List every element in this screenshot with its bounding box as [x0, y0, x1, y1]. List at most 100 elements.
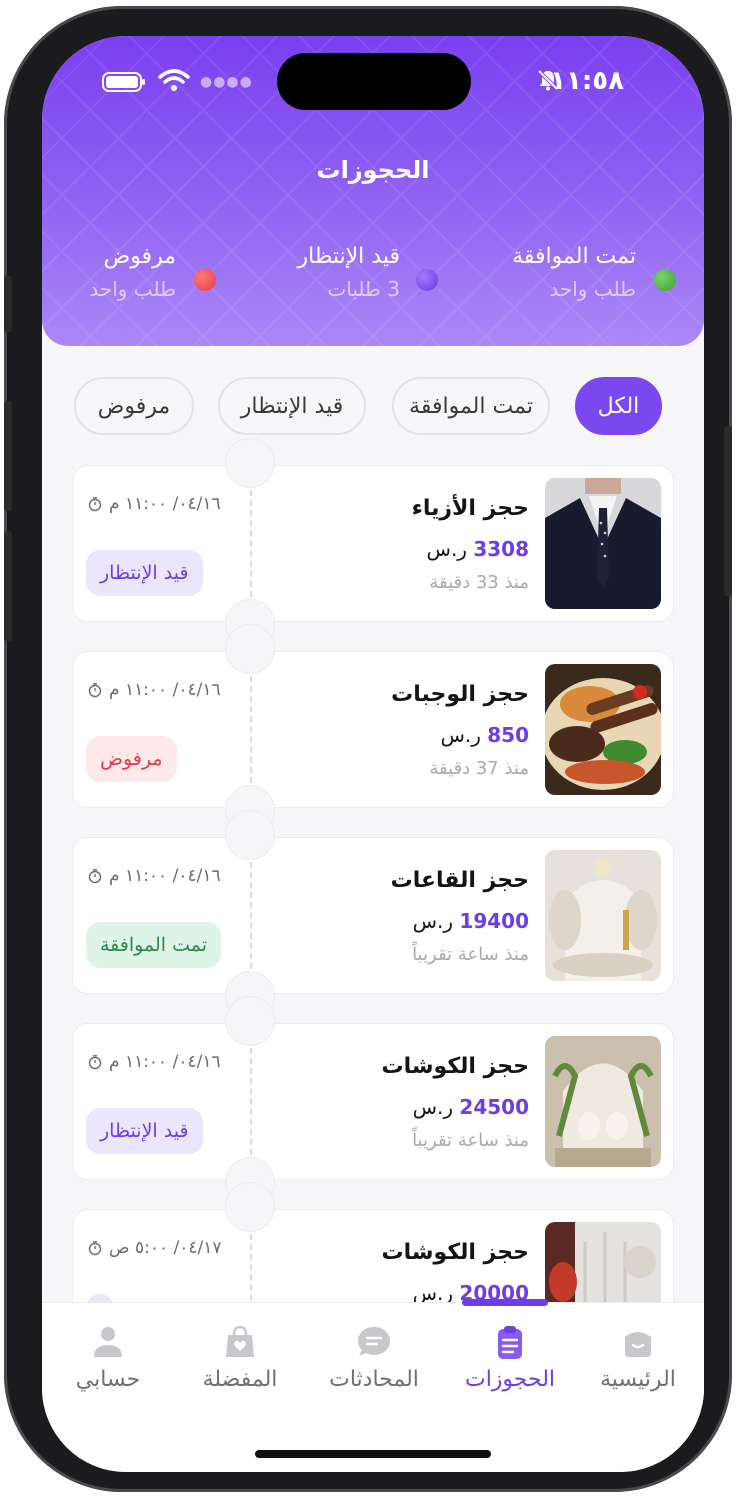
tab-account[interactable]: حسابي: [48, 1323, 168, 1392]
status-badge: تمت الموافقة: [86, 922, 221, 968]
ticket-notch: [225, 438, 275, 488]
date-text: ٠٤/١٦/ ١١:٠٠ م: [109, 494, 221, 514]
booking-card[interactable]: حجز القاعات 19400 ر.س منذ ساعة تقريباً ٠…: [72, 810, 674, 1021]
volume-up-button: [4, 401, 12, 511]
suit-photo: [545, 478, 661, 609]
booking-price: 850 ر.س: [440, 723, 529, 747]
booking-list: حجز الأزياء 3308 ر.س منذ 33 دقيقة ٠٤/١٦/…: [72, 438, 674, 1395]
ticket-divider: [250, 676, 252, 783]
ticket-divider: [250, 862, 252, 969]
power-button: [724, 426, 732, 596]
timer-icon: [88, 497, 102, 512]
booking-title: حجز الكوشات: [381, 1054, 529, 1079]
approved-dot: [654, 269, 676, 291]
status-badge: قيد الإنتظار: [86, 550, 203, 596]
battery-icon: [102, 72, 145, 92]
stat-pending: قيد الإنتظار 3 طلبات: [297, 244, 438, 301]
booking-time-ago: منذ 37 دقيقة: [429, 758, 529, 779]
tab-home[interactable]: الرئيسية: [578, 1323, 698, 1392]
stat-count: طلب واحد: [89, 277, 176, 301]
pending-dot: [416, 269, 438, 291]
chat-bubble-icon: [358, 1327, 390, 1356]
filter-chip-pending[interactable]: قيد الإنتظار: [218, 377, 366, 435]
price-amount: 850: [487, 723, 529, 747]
booking-date: ٠٤/١٦/ ١١:٠٠ م: [87, 866, 221, 886]
booking-date: ٠٤/١٦/ ١١:٠٠ م: [87, 494, 221, 514]
phone-frame: ●●●● ١١:٥٨ الحجوزات تمت الموافقة طلب واح…: [4, 6, 732, 1492]
timer-icon: [88, 869, 102, 884]
hall-photo: [545, 850, 661, 981]
tab-favorites[interactable]: المفضلة: [180, 1323, 300, 1392]
currency: ر.س: [412, 1095, 454, 1119]
booking-title: حجز الكوشات: [381, 1240, 529, 1265]
booking-title: حجز القاعات: [390, 868, 529, 893]
kosha-photo: [545, 1036, 661, 1167]
clipboard-icon: [498, 1326, 522, 1359]
timer-icon: [88, 1055, 102, 1070]
ticket-divider: [250, 1048, 252, 1155]
booking-title: حجز الأزياء: [411, 496, 529, 521]
currency: ر.س: [412, 909, 454, 933]
home-indicator: [255, 1450, 491, 1458]
stat-count: طلب واحد: [549, 277, 636, 301]
timer-icon: [88, 1241, 102, 1256]
date-text: ٠٤/١٦/ ١١:٠٠ م: [109, 1052, 221, 1072]
booking-time-ago: منذ 33 دقيقة: [429, 572, 529, 593]
ticket-divider: [250, 490, 252, 597]
date-text: ٠٤/١٧/ ٥:٠٠ ص: [109, 1238, 222, 1258]
stat-name: قيد الإنتظار: [297, 244, 401, 269]
filter-chip-rejected[interactable]: مرفوض: [74, 377, 194, 435]
stat-name: مرفوض: [103, 244, 176, 269]
booking-card[interactable]: حجز الكوشات 24500 ر.س منذ ساعة تقريباً ٠…: [72, 996, 674, 1207]
header: ●●●● ١١:٥٨ الحجوزات تمت الموافقة طلب واح…: [42, 36, 704, 346]
volume-down-button: [4, 531, 12, 641]
status-badge: مرفوض: [86, 736, 177, 782]
booking-price: 3308 ر.س: [427, 537, 529, 561]
booking-time-ago: منذ ساعة تقريباً: [412, 944, 529, 965]
booking-time-ago: منذ ساعة تقريباً: [412, 1130, 529, 1151]
user-icon: [94, 1327, 122, 1357]
tab-chats[interactable]: المحادثات: [314, 1323, 434, 1392]
mute-switch: [4, 276, 12, 332]
page-title: الحجوزات: [316, 156, 430, 184]
price-amount: 3308: [473, 537, 529, 561]
status-time: ١١:٥٨: [550, 66, 624, 96]
ticket-notch: [225, 1182, 275, 1232]
tab-label: المفضلة: [202, 1367, 278, 1392]
filter-chip-all[interactable]: الكل: [575, 377, 662, 435]
tab-label: حسابي: [75, 1367, 141, 1392]
price-amount: 24500: [459, 1095, 529, 1119]
timer-icon: [88, 683, 102, 698]
stat-approved: تمت الموافقة طلب واحد: [512, 244, 676, 301]
booking-date: ٠٤/١٦/ ١١:٠٠ م: [87, 1052, 221, 1072]
ticket-notch: [225, 810, 275, 860]
screen: ●●●● ١١:٥٨ الحجوزات تمت الموافقة طلب واح…: [42, 36, 704, 1472]
currency: ر.س: [426, 537, 467, 561]
tab-bar: الرئيسية الحجوزات المحادثات المفضلة حساب…: [42, 1299, 704, 1472]
tab-label: المحادثات: [329, 1367, 419, 1392]
booking-price: 24500 ر.س: [413, 1095, 529, 1119]
stat-name: تمت الموافقة: [512, 244, 636, 269]
filter-chip-approved[interactable]: تمت الموافقة: [392, 377, 550, 435]
tab-label: الحجوزات: [464, 1367, 556, 1392]
tab-bookings[interactable]: الحجوزات: [450, 1323, 570, 1392]
booking-title: حجز الوجبات: [391, 682, 529, 707]
booking-date: ٠٤/١٧/ ٥:٠٠ ص: [87, 1238, 222, 1258]
booking-date: ٠٤/١٦/ ١١:٠٠ م: [87, 680, 221, 700]
home-icon: [625, 1332, 651, 1357]
stat-rejected: مرفوض طلب واحد: [89, 244, 216, 301]
rejected-dot: [194, 269, 216, 291]
wifi-icon: [158, 69, 190, 91]
cellular-signal-icon: ●●●●: [200, 74, 253, 90]
booking-card[interactable]: حجز الوجبات 850 ر.س منذ 37 دقيقة ٠٤/١٦/ …: [72, 624, 674, 835]
tab-label: الرئيسية: [600, 1367, 676, 1392]
booking-card[interactable]: حجز الأزياء 3308 ر.س منذ 33 دقيقة ٠٤/١٦/…: [72, 438, 674, 649]
price-amount: 19400: [459, 909, 529, 933]
status-badge: قيد الإنتظار: [86, 1108, 203, 1154]
date-text: ٠٤/١٦/ ١١:٠٠ م: [109, 680, 221, 700]
currency: ر.س: [440, 723, 481, 747]
active-tab-indicator: [462, 1299, 548, 1306]
dynamic-island: [277, 53, 471, 110]
booking-price: 19400 ر.س: [413, 909, 529, 933]
stat-count: 3 طلبات: [327, 277, 400, 301]
